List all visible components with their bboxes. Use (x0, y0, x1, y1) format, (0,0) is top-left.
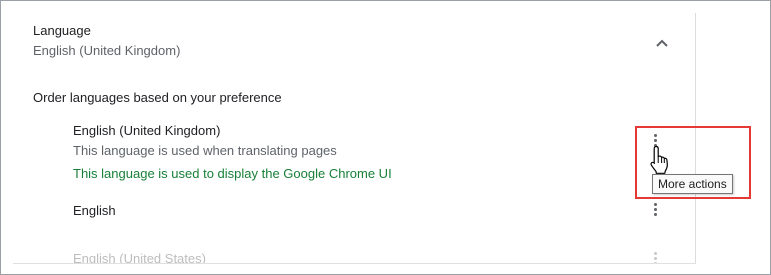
language-item-name: English (United Kingdom) (73, 123, 221, 138)
more-vert-icon-dot (653, 251, 657, 255)
language-item-name: English (United States) (73, 251, 206, 264)
hand-pointer-icon (650, 145, 668, 174)
more-vert-icon-dot (653, 202, 657, 206)
collapse-button[interactable] (650, 31, 674, 55)
order-languages-label: Order languages based on your preference (33, 90, 282, 105)
more-actions-tooltip: More actions (652, 174, 733, 194)
language-item-ui-note: This language is used to display the Goo… (73, 166, 392, 181)
language-settings-card: Language English (United Kingdom) Order … (13, 13, 696, 264)
more-vert-icon-dot (653, 256, 657, 260)
chevron-up-icon (656, 39, 668, 47)
more-vert-icon-dot (653, 212, 657, 216)
more-vert-icon-dot (653, 207, 657, 211)
more-actions-button[interactable] (649, 248, 661, 263)
language-title: Language (33, 23, 91, 38)
settings-frame: Language English (United Kingdom) Order … (0, 0, 771, 275)
more-actions-button[interactable] (649, 199, 661, 219)
language-item-name: English (73, 203, 116, 218)
more-vert-icon-dot (653, 261, 657, 263)
language-item-note: This language is used when translating p… (73, 143, 337, 158)
language-current: English (United Kingdom) (33, 43, 181, 58)
